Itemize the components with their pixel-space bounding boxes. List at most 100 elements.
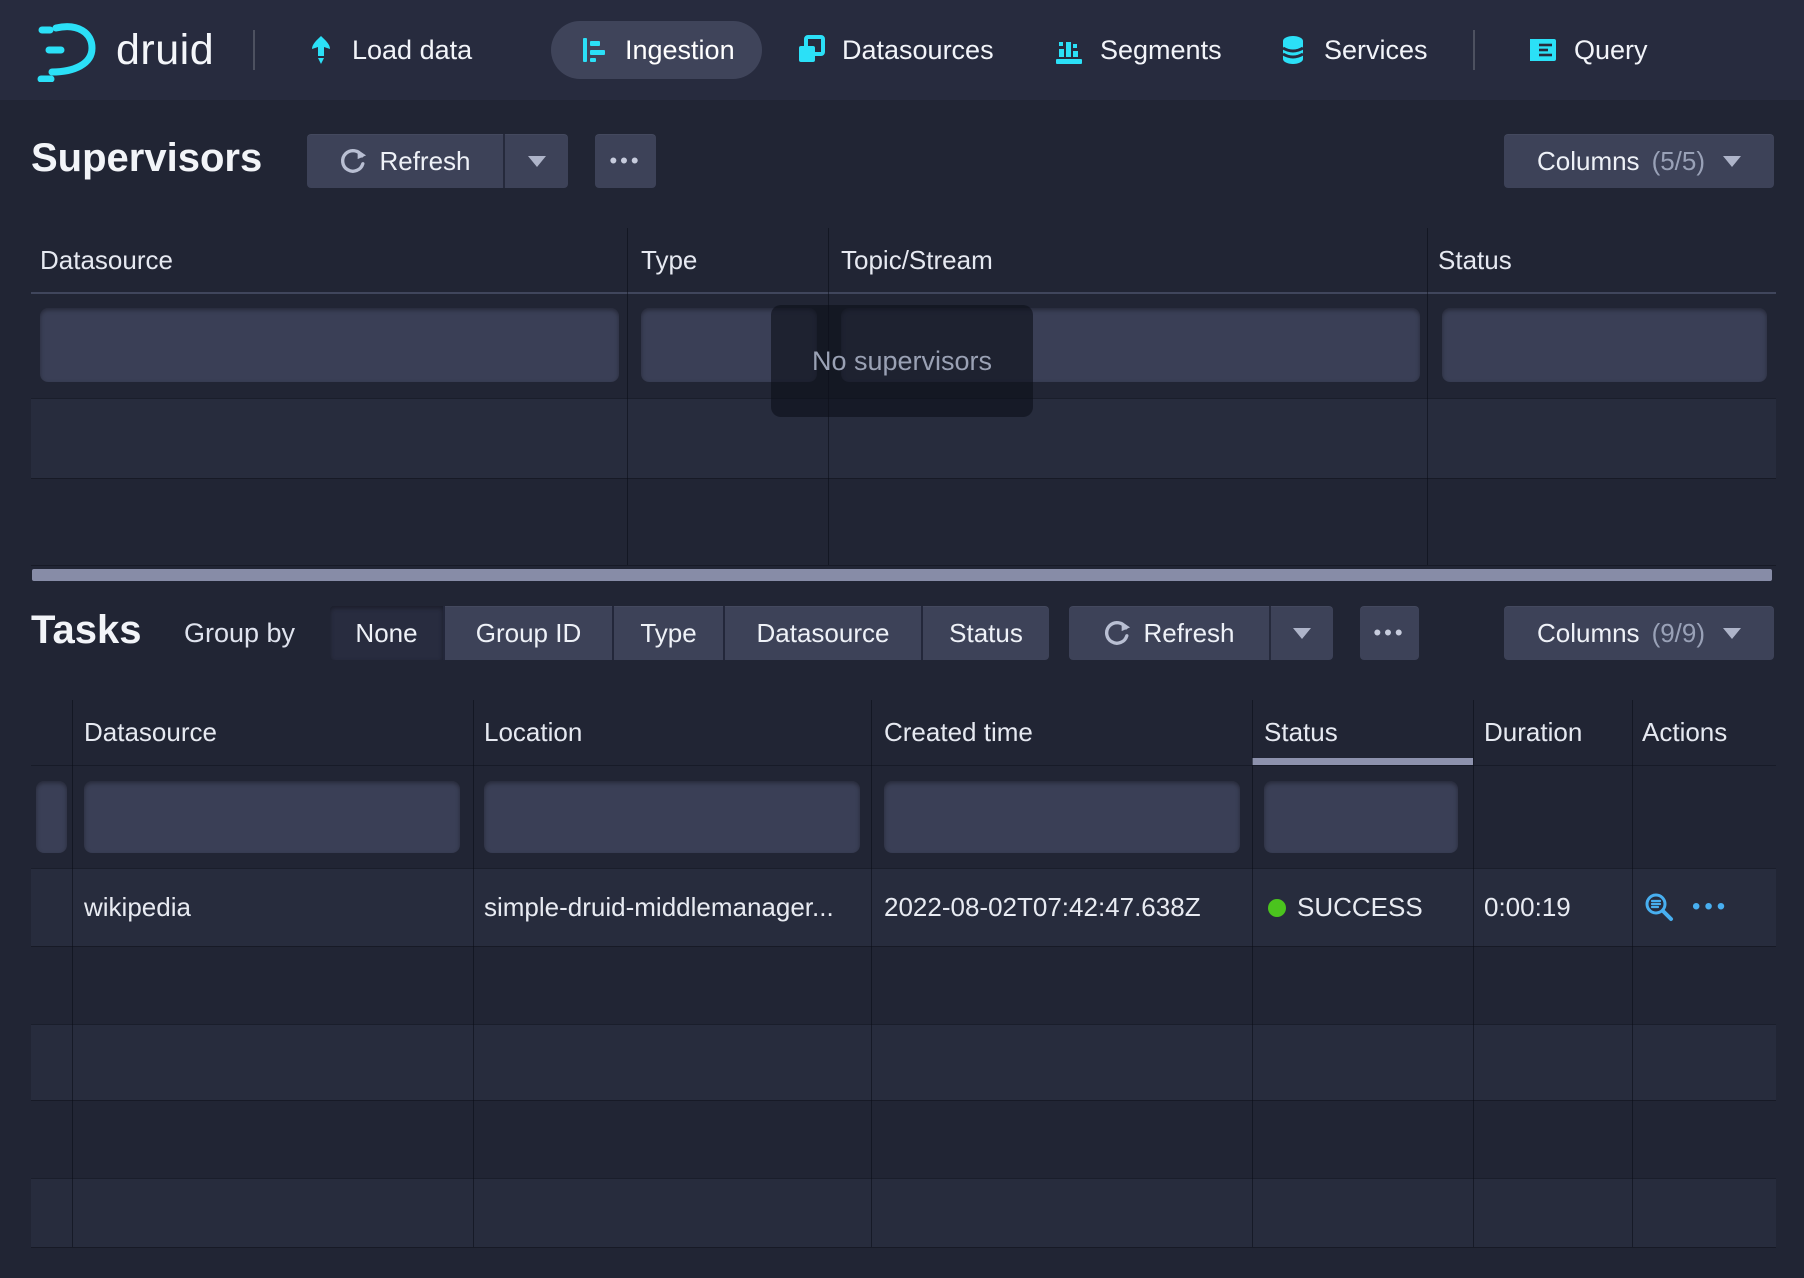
row-divider <box>31 1178 1776 1179</box>
header-underline <box>31 292 1776 294</box>
nav-item-ingestion[interactable]: Ingestion <box>551 21 762 79</box>
nav-item-services[interactable]: Services <box>1277 0 1428 100</box>
nav-item-label: Segments <box>1100 35 1222 66</box>
task-created-time-filter-input[interactable] <box>884 781 1240 853</box>
ingestion-icon <box>578 34 610 66</box>
tasks-columns-button[interactable]: Columns (9/9) <box>1504 606 1774 660</box>
task-status-filter-input[interactable] <box>1264 781 1458 853</box>
column-header-status[interactable]: Status <box>1264 700 1338 765</box>
task-location-filter-input[interactable] <box>484 781 860 853</box>
task-datasource-filter-input[interactable] <box>84 781 460 853</box>
nav-divider <box>253 30 255 70</box>
task-id-filter-input[interactable] <box>36 781 67 853</box>
druid-console: druid Load data <box>0 0 1804 1278</box>
druid-logo[interactable]: druid <box>36 0 214 100</box>
query-icon <box>1527 34 1559 66</box>
table-row[interactable] <box>31 1178 1776 1247</box>
group-by-label: Group by <box>184 606 295 660</box>
column-header-actions[interactable]: Actions <box>1642 700 1727 765</box>
column-header-datasource[interactable]: Datasource <box>84 700 217 765</box>
nav-item-segments[interactable]: Segments <box>1053 0 1222 100</box>
more-icon: ••• <box>1373 622 1405 644</box>
top-nav: druid Load data <box>0 0 1804 100</box>
column-header-topic-stream[interactable]: Topic/Stream <box>841 228 993 293</box>
group-by-datasource-button[interactable]: Datasource <box>723 606 921 660</box>
column-header-type[interactable]: Type <box>641 228 697 293</box>
columns-count: (5/5) <box>1652 146 1705 177</box>
column-divider <box>473 700 474 1247</box>
cell-created-time: 2022-08-02T07:42:47.638Z <box>884 868 1201 946</box>
columns-label: Columns <box>1537 618 1640 649</box>
tasks-refresh-dropdown-button[interactable] <box>1269 606 1333 660</box>
supervisor-datasource-filter-input[interactable] <box>40 308 619 382</box>
no-supervisors-overlay: No supervisors <box>771 305 1033 417</box>
task-actions-more-button[interactable]: ••• <box>1692 868 1729 946</box>
column-divider <box>72 700 73 1247</box>
nav-item-query[interactable]: Query <box>1527 0 1648 100</box>
supervisors-columns-button[interactable]: Columns (5/5) <box>1504 134 1774 188</box>
datasources-icon <box>795 34 827 66</box>
cell-datasource: wikipedia <box>84 868 191 946</box>
druid-logo-icon <box>36 18 102 82</box>
supervisors-refresh-button[interactable]: Refresh <box>307 134 503 188</box>
tasks-refresh-button[interactable]: Refresh <box>1069 606 1269 660</box>
services-icon <box>1277 34 1309 66</box>
magnify-icon <box>1644 892 1674 922</box>
column-divider <box>871 700 872 1247</box>
more-icon: ••• <box>609 150 641 172</box>
row-divider <box>31 1247 1776 1248</box>
cell-duration: 0:00:19 <box>1484 868 1571 946</box>
row-divider <box>31 946 1776 947</box>
columns-count: (9/9) <box>1652 618 1705 649</box>
tasks-more-button[interactable]: ••• <box>1360 606 1419 660</box>
supervisor-status-filter-input[interactable] <box>1442 308 1767 382</box>
nav-item-label: Query <box>1574 35 1648 66</box>
column-divider <box>1252 700 1253 1247</box>
row-divider <box>31 1024 1776 1025</box>
nav-item-label: Datasources <box>842 35 994 66</box>
supervisors-more-button[interactable]: ••• <box>595 134 656 188</box>
column-header-datasource[interactable]: Datasource <box>40 228 173 293</box>
empty-message: No supervisors <box>812 346 992 377</box>
group-by-type-button[interactable]: Type <box>612 606 723 660</box>
column-divider <box>627 228 628 565</box>
sort-indicator-status <box>1252 758 1473 765</box>
group-by-group-id-button[interactable]: Group ID <box>443 606 612 660</box>
nav-item-label: Load data <box>352 35 472 66</box>
status-label: SUCCESS <box>1297 892 1423 922</box>
group-by-none-button[interactable]: None <box>330 606 443 660</box>
row-divider <box>31 1100 1776 1101</box>
supervisors-table: Datasource Type Topic/Stream Status No s… <box>31 228 1776 581</box>
table-row[interactable] <box>31 1024 1776 1100</box>
column-header-status[interactable]: Status <box>1438 228 1512 293</box>
column-header-location[interactable]: Location <box>484 700 582 765</box>
load-data-icon <box>305 34 337 66</box>
chevron-down-icon <box>1293 628 1311 639</box>
column-header-created-time[interactable]: Created time <box>884 700 1033 765</box>
nav-item-label: Services <box>1324 35 1428 66</box>
nav-item-load-data[interactable]: Load data <box>305 0 472 100</box>
chevron-down-icon <box>1723 156 1741 167</box>
columns-label: Columns <box>1537 146 1640 177</box>
tasks-title: Tasks <box>31 608 141 653</box>
supervisors-title: Supervisors <box>31 136 262 181</box>
refresh-icon <box>1103 619 1131 647</box>
header-underline <box>31 765 1776 766</box>
task-detail-magnify-button[interactable] <box>1644 892 1674 922</box>
refresh-icon <box>339 147 367 175</box>
column-header-duration[interactable]: Duration <box>1484 700 1582 765</box>
row-divider <box>31 478 1776 479</box>
nav-divider <box>1473 30 1475 70</box>
cell-status: SUCCESS <box>1268 868 1423 946</box>
cell-location: simple-druid-middlemanager... <box>484 868 834 946</box>
group-by-status-button[interactable]: Status <box>921 606 1049 660</box>
refresh-label: Refresh <box>1143 618 1234 649</box>
success-status-dot <box>1268 899 1286 917</box>
group-by-button-group: None Group ID Type Datasource Status <box>330 606 1049 660</box>
column-divider <box>1632 700 1633 1247</box>
supervisors-refresh-dropdown-button[interactable] <box>503 134 568 188</box>
segments-icon <box>1053 34 1085 66</box>
nav-item-datasources[interactable]: Datasources <box>795 0 994 100</box>
column-divider <box>1427 228 1428 565</box>
horizontal-scrollbar[interactable] <box>32 569 1772 581</box>
